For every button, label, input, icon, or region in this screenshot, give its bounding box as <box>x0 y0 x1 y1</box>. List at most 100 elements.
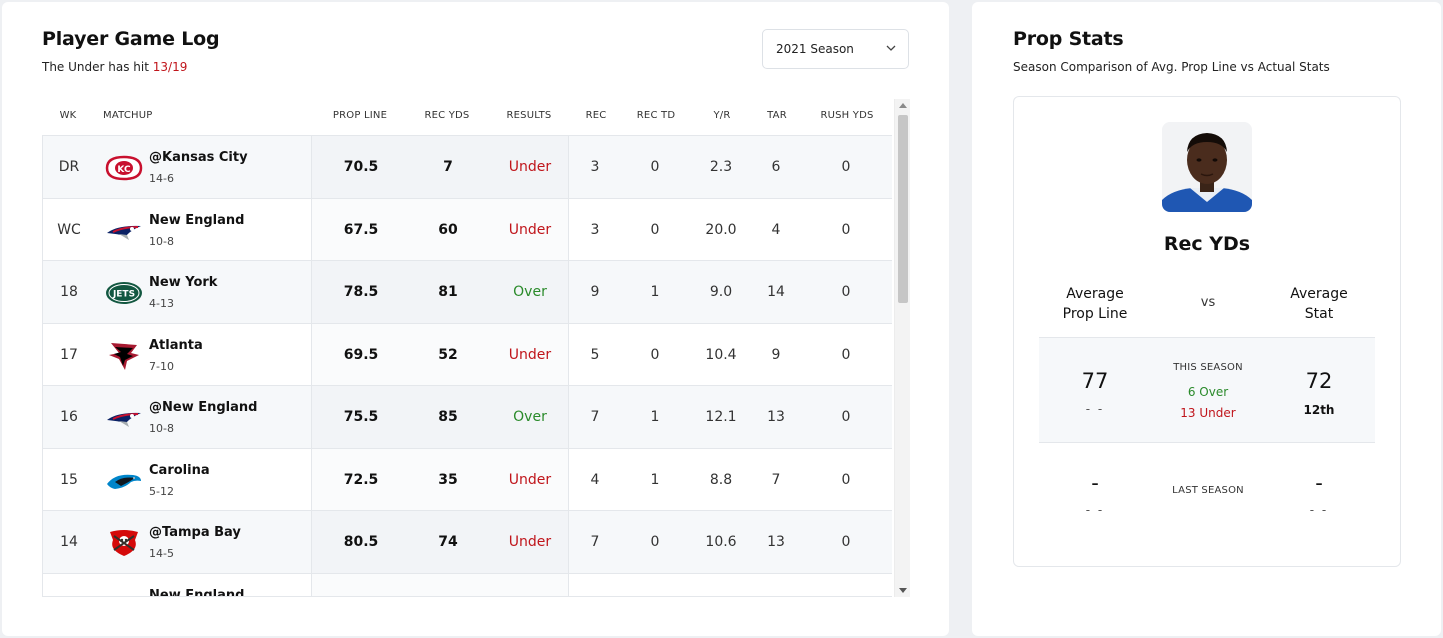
table-row[interactable]: 18 JETS New York 4-13 78.5 81 Over 9 1 9.0 14 0 <box>43 261 892 324</box>
prop-line-cell: 72.5 <box>343 471 379 488</box>
team-name[interactable]: @Kansas City <box>149 150 248 165</box>
game-log-subtitle: The Under has hit 13/19 <box>42 60 188 74</box>
col-yr[interactable]: Y/R <box>702 110 742 121</box>
table-row[interactable]: DR KC @Kansas City 14-6 70.5 7 Under 3 0 2.3 6 0 <box>43 136 892 199</box>
col-rush-yds[interactable]: RUSH YDS <box>807 110 887 121</box>
col-prop-line[interactable]: PROP LINE <box>320 110 400 121</box>
col-rec[interactable]: REC <box>576 110 616 121</box>
table-row[interactable]: 14 @Tampa Bay 14-5 80.5 74 Under 7 0 10.6 13 0 <box>43 511 892 574</box>
col-wk[interactable]: WK <box>48 110 88 121</box>
this-season-stat-rank: 12th <box>1303 403 1335 417</box>
prop-stats-subtitle: Season Comparison of Avg. Prop Line vs A… <box>1013 60 1330 74</box>
table-row[interactable]: 15 Carolina 5-12 72.5 35 Under 4 1 8.8 7 0 <box>43 448 892 511</box>
rec-td-cell: 1 <box>650 471 660 488</box>
result-cell: Under <box>508 471 552 488</box>
prop-line-cell: 78.5 <box>343 284 379 300</box>
scroll-up-icon[interactable] <box>899 103 907 108</box>
result-cell: Under <box>508 159 552 175</box>
rec-td-cell: 0 <box>650 534 660 550</box>
prop-stats-card: Prop Stats Season Comparison of Avg. Pro… <box>972 2 1441 636</box>
patriots-logo-icon <box>105 403 143 433</box>
panthers-logo-icon <box>105 466 143 496</box>
team-name[interactable]: @Tampa Bay <box>149 525 241 540</box>
rec-cell: 5 <box>590 346 600 363</box>
vs-label: vs <box>1200 295 1216 310</box>
stat-name: Rec YDs <box>1163 233 1251 255</box>
tar-cell: 13 <box>767 409 785 425</box>
wk-cell: 15 <box>60 471 78 488</box>
team-name[interactable]: Carolina <box>149 463 210 478</box>
col-rec-yds[interactable]: REC YDS <box>407 110 487 121</box>
rec-td-cell: 0 <box>650 159 660 175</box>
yr-cell: 8.8 <box>709 471 733 488</box>
team-name[interactable]: New England <box>149 588 244 597</box>
prop-line-cell <box>311 574 411 597</box>
table-row[interactable]: 17 Atlanta 7-10 69.5 52 Under 5 0 10.4 9 0 <box>43 323 892 386</box>
team-record: 14-6 <box>149 172 174 185</box>
tar-cell: 13 <box>767 534 785 550</box>
wk-cell: WC <box>57 221 81 238</box>
patriots-logo-icon <box>105 591 143 597</box>
rec-cell: 7 <box>590 534 600 550</box>
wk-cell: DR <box>58 159 80 175</box>
prop-line-cell: 70.5 <box>343 159 379 175</box>
svg-text:JETS: JETS <box>112 290 135 300</box>
scroll-down-icon[interactable] <box>899 588 907 593</box>
team-record: 5-12 <box>149 484 174 498</box>
col-results[interactable]: RESULTS <box>489 110 569 121</box>
yr-cell: 2.3 <box>709 159 733 175</box>
yr-cell: 10.6 <box>705 534 737 550</box>
prop-line-cell: 80.5 <box>343 534 379 550</box>
rec-td-cell <box>625 574 685 597</box>
col-matchup[interactable]: MATCHUP <box>103 110 152 121</box>
rec-cell: 4 <box>590 471 600 488</box>
avg-stat-header: Average Stat <box>1290 286 1348 322</box>
team-name[interactable]: Atlanta <box>149 338 203 353</box>
team-record: 4-13 <box>149 297 174 310</box>
yr-cell: 20.0 <box>705 221 737 238</box>
rec-td-cell: 1 <box>650 409 660 425</box>
col-tar[interactable]: TAR <box>757 110 797 121</box>
game-log-table: DR KC @Kansas City 14-6 70.5 7 Under 3 0 2.3 6 0 WC N… <box>42 135 892 597</box>
rush-yds-cell: 0 <box>841 284 851 300</box>
avg-prop-line-header: Average Prop Line <box>1062 286 1128 322</box>
svg-text:KC: KC <box>117 165 131 175</box>
rec-td-cell: 0 <box>650 346 660 363</box>
table-row[interactable]: New England <box>43 573 892 597</box>
team-name[interactable]: @New England <box>149 400 257 415</box>
stats-box: Rec YDs Average Prop Line vs Average Sta… <box>1013 96 1401 567</box>
prop-line-cell: 75.5 <box>343 409 379 425</box>
team-name[interactable]: New England <box>149 213 244 228</box>
rush-yds-cell: 0 <box>841 159 851 175</box>
game-log-card: Player Game Log The Under has hit 13/19 … <box>2 2 949 636</box>
table-scrollbar[interactable] <box>894 99 910 597</box>
result-cell: Under <box>508 534 552 550</box>
chiefs-logo-icon: KC <box>105 153 143 183</box>
tar-cell: 4 <box>771 221 781 238</box>
table-row[interactable]: 16 @New England 10-8 75.5 85 Over 7 1 12.1 13 0 <box>43 386 892 449</box>
result-cell <box>480 574 580 597</box>
rec-td-cell: 0 <box>650 221 660 238</box>
rec-cell: 7 <box>590 409 600 425</box>
tar-cell: 6 <box>771 159 781 175</box>
table-row[interactable]: WC New England 10-8 67.5 60 Under 3 0 20.0 4 0 <box>43 198 892 261</box>
team-name[interactable]: New York <box>149 275 217 290</box>
yr-cell: 9.0 <box>709 284 733 300</box>
team-record: 10-8 <box>149 422 174 435</box>
yr-cell: 12.1 <box>705 409 737 425</box>
patriots-logo-icon <box>105 216 143 246</box>
rec-td-cell: 1 <box>650 284 660 300</box>
season-select[interactable]: 2021 Season <box>762 29 909 69</box>
tar-cell <box>756 574 796 597</box>
last-season-avg-stat: - <box>1315 471 1323 495</box>
team-record: 10-8 <box>149 234 174 248</box>
rush-yds-cell: 0 <box>841 221 851 238</box>
falcons-logo-icon <box>105 341 143 371</box>
player-avatar <box>1162 122 1252 212</box>
prop-line-cell: 69.5 <box>343 346 379 363</box>
result-cell: Under <box>508 346 552 363</box>
wk-cell: 17 <box>60 346 78 363</box>
scroll-thumb[interactable] <box>898 115 908 303</box>
team-record: 7-10 <box>149 359 174 373</box>
col-rec-td[interactable]: REC TD <box>626 110 686 121</box>
